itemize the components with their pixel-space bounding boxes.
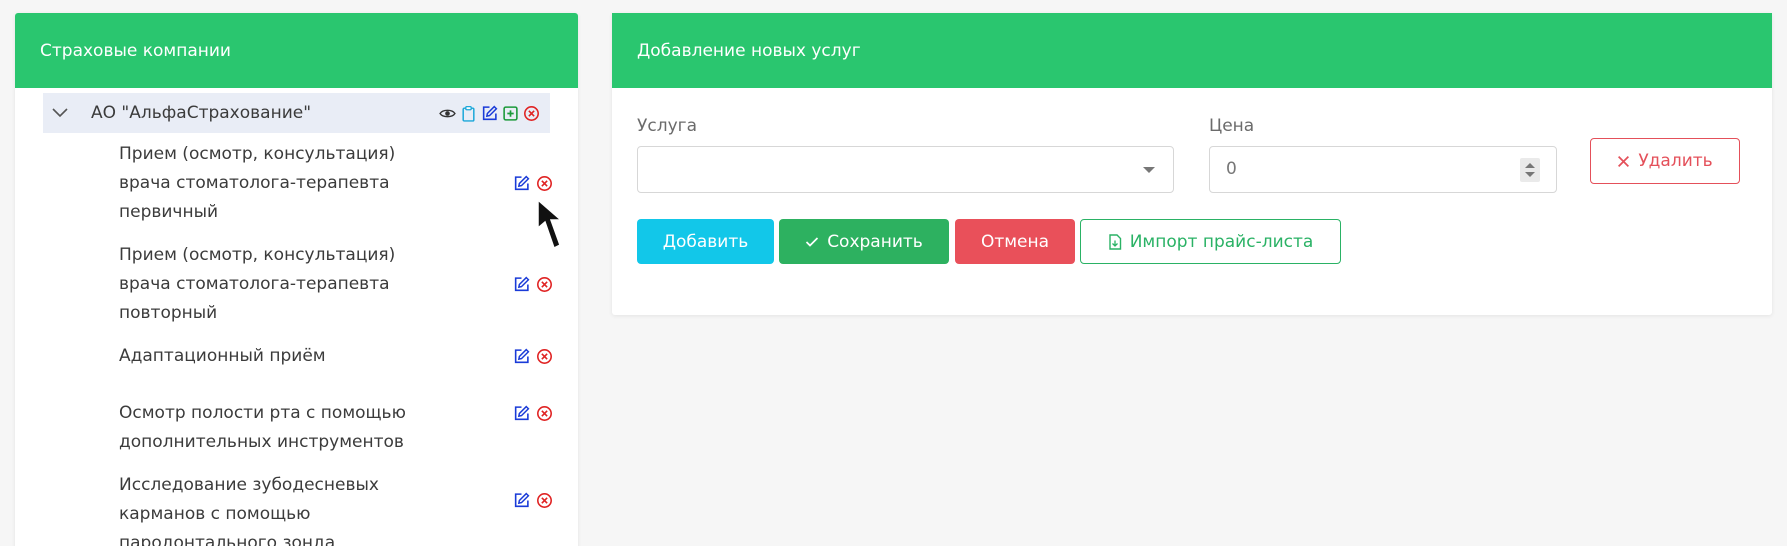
panel-title: Добавление новых услуг [637, 40, 861, 61]
edit-icon[interactable] [513, 175, 530, 192]
delete-icon[interactable] [536, 492, 553, 509]
save-button[interactable]: Сохранить [779, 219, 949, 264]
insurance-companies-header: Страховые компании [15, 13, 578, 88]
import-price-list-button[interactable]: Импорт прайс-листа [1080, 219, 1341, 264]
import-button-label: Импорт прайс-листа [1129, 231, 1314, 252]
caret-down-icon [1143, 167, 1155, 173]
save-button-label: Сохранить [827, 231, 923, 252]
chevron-down-icon[interactable] [51, 104, 69, 122]
service-label: Услуга [637, 116, 697, 136]
service-actions [513, 175, 553, 192]
service-actions [513, 348, 553, 365]
close-icon [1618, 155, 1630, 167]
price-label: Цена [1209, 116, 1255, 136]
service-actions [513, 405, 553, 422]
file-import-icon [1109, 233, 1121, 250]
company-row[interactable]: АО "АльфаСтрахование" [43, 93, 550, 133]
edit-icon[interactable] [513, 492, 530, 509]
check-icon [806, 236, 819, 247]
delete-icon[interactable] [536, 175, 553, 192]
service-item: Исследование зубодесневых карманов с пом… [119, 475, 379, 546]
insurance-companies-panel: Страховые компании АО "АльфаСтрахование" [15, 13, 578, 546]
edit-icon[interactable] [513, 405, 530, 422]
add-square-icon[interactable] [502, 105, 519, 122]
clipboard-icon[interactable] [460, 105, 477, 122]
add-services-panel: Добавление новых услуг Услуга Цена 0 Уда… [612, 13, 1772, 315]
cancel-button-label: Отмена [980, 231, 1050, 252]
delete-icon[interactable] [536, 348, 553, 365]
cancel-button[interactable]: Отмена [955, 219, 1075, 264]
delete-icon[interactable] [536, 405, 553, 422]
spinner-up-icon[interactable] [1525, 163, 1535, 168]
service-actions [513, 276, 553, 293]
number-spinner[interactable] [1520, 158, 1540, 182]
eye-icon[interactable] [439, 105, 456, 122]
delete-icon[interactable] [523, 105, 540, 122]
delete-icon[interactable] [536, 276, 553, 293]
add-button-label: Добавить [662, 231, 749, 252]
edit-icon[interactable] [481, 105, 498, 122]
service-actions [513, 492, 553, 509]
service-item: Осмотр полости рта с помощью дополнитель… [119, 403, 406, 452]
service-select[interactable] [637, 146, 1174, 193]
mouse-cursor-icon [537, 198, 564, 250]
add-services-header: Добавление новых услуг [612, 13, 1772, 88]
add-button[interactable]: Добавить [637, 219, 774, 264]
panel-title: Страховые компании [40, 40, 231, 61]
delete-button-label: Удалить [1638, 151, 1713, 171]
price-value: 0 [1226, 159, 1237, 179]
edit-icon[interactable] [513, 348, 530, 365]
service-item: Прием (осмотр, консультация) врача стома… [119, 245, 396, 323]
service-item: Адаптационный приём [119, 346, 326, 366]
company-name: АО "АльфаСтрахование" [91, 103, 312, 123]
price-input[interactable]: 0 [1209, 146, 1557, 193]
delete-button[interactable]: Удалить [1590, 138, 1740, 184]
service-item: Прием (осмотр, консультация) врача стома… [119, 144, 396, 222]
spinner-down-icon[interactable] [1525, 172, 1535, 177]
edit-icon[interactable] [513, 276, 530, 293]
page: Страховые компании АО "АльфаСтрахование" [0, 0, 1787, 546]
company-actions [439, 105, 540, 122]
